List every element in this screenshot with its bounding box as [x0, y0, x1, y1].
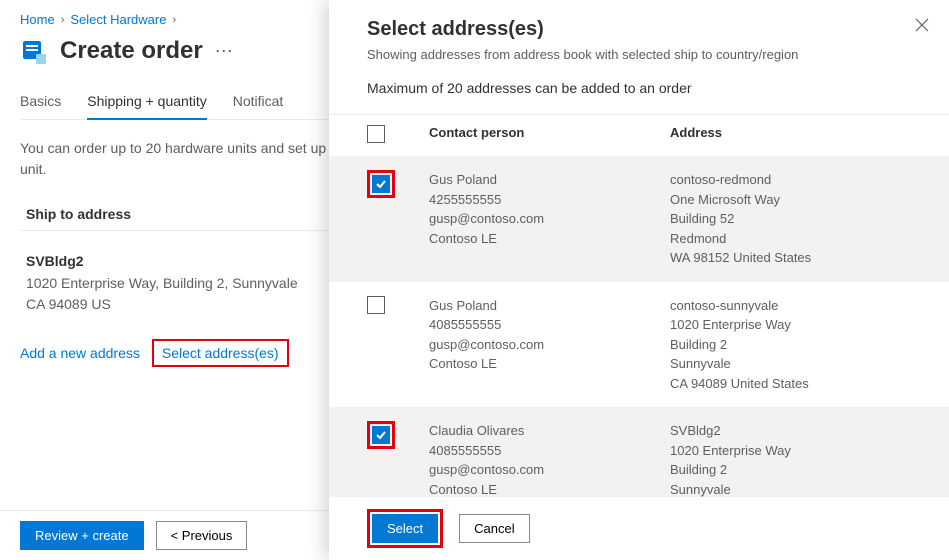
- address-street: One Microsoft Way: [670, 190, 911, 210]
- breadcrumb-sep: ›: [61, 14, 65, 26]
- contact-email: gusp@contoso.com: [429, 335, 670, 355]
- table-row[interactable]: Gus Poland 4085555555 gusp@contoso.com C…: [329, 282, 949, 408]
- more-button[interactable]: ⋯: [215, 41, 234, 62]
- row-checkbox[interactable]: [372, 175, 390, 193]
- address-label: contoso-redmond: [670, 170, 911, 190]
- panel-footer: Select Cancel: [329, 497, 949, 560]
- contact-phone: 4085555555: [429, 315, 670, 335]
- row-checkbox[interactable]: [367, 296, 385, 314]
- order-icon: [20, 37, 48, 65]
- panel-subtitle: Showing addresses from address book with…: [367, 47, 921, 62]
- address-region: CA 94089 United States: [670, 374, 911, 394]
- breadcrumb-sep: ›: [172, 14, 176, 26]
- review-create-button[interactable]: Review + create: [20, 521, 144, 550]
- tab-notification[interactable]: Notificat: [233, 87, 284, 119]
- address-city: Sunnyvale: [670, 354, 911, 374]
- panel-note: Maximum of 20 addresses can be added to …: [329, 76, 949, 114]
- breadcrumb-select-hardware[interactable]: Select Hardware: [70, 12, 166, 27]
- close-icon[interactable]: [915, 18, 929, 36]
- previous-button[interactable]: < Previous: [156, 521, 248, 550]
- column-address: Address: [670, 125, 911, 146]
- address-street: 1020 Enterprise Way: [670, 315, 911, 335]
- contact-name: Gus Poland: [429, 296, 670, 316]
- checkbox-highlight: [367, 170, 395, 198]
- table-row[interactable]: Gus Poland 4255555555 gusp@contoso.com C…: [329, 156, 949, 282]
- column-contact-person: Contact person: [429, 125, 670, 146]
- address-street: 1020 Enterprise Way: [670, 441, 911, 461]
- row-checkbox[interactable]: [372, 426, 390, 444]
- select-addresses-highlight: Select address(es): [152, 339, 289, 367]
- contact-name: Gus Poland: [429, 170, 670, 190]
- contact-phone: 4085555555: [429, 441, 670, 461]
- contact-company: Contoso LE: [429, 480, 670, 498]
- tab-shipping-quantity[interactable]: Shipping + quantity: [87, 87, 206, 119]
- table-row[interactable]: Claudia Olivares 4085555555 gusp@contoso…: [329, 407, 949, 497]
- select-addresses-link[interactable]: Select address(es): [162, 345, 279, 361]
- select-all-checkbox[interactable]: [367, 125, 385, 143]
- address-table: Contact person Address Gus Poland 425555…: [329, 114, 949, 497]
- panel-title: Select address(es): [367, 18, 921, 41]
- address-label: contoso-sunnyvale: [670, 296, 911, 316]
- address-city: Redmond: [670, 229, 911, 249]
- page-title: Create order: [60, 37, 203, 65]
- address-building: Building 2: [670, 335, 911, 355]
- contact-phone: 4255555555: [429, 190, 670, 210]
- contact-email: gusp@contoso.com: [429, 460, 670, 480]
- tab-basics[interactable]: Basics: [20, 87, 61, 119]
- add-new-address-link[interactable]: Add a new address: [20, 345, 140, 361]
- breadcrumb-home[interactable]: Home: [20, 12, 55, 27]
- address-label: SVBldg2: [670, 421, 911, 441]
- contact-company: Contoso LE: [429, 229, 670, 249]
- select-button-highlight: Select: [367, 509, 443, 548]
- address-city: Sunnyvale: [670, 480, 911, 498]
- contact-company: Contoso LE: [429, 354, 670, 374]
- checkbox-highlight: [367, 421, 395, 449]
- contact-email: gusp@contoso.com: [429, 209, 670, 229]
- select-addresses-panel: Select address(es) Showing addresses fro…: [329, 0, 949, 560]
- select-button[interactable]: Select: [372, 514, 438, 543]
- cancel-button[interactable]: Cancel: [459, 514, 529, 543]
- contact-name: Claudia Olivares: [429, 421, 670, 441]
- address-building: Building 52: [670, 209, 911, 229]
- address-region: WA 98152 United States: [670, 248, 911, 268]
- address-building: Building 2: [670, 460, 911, 480]
